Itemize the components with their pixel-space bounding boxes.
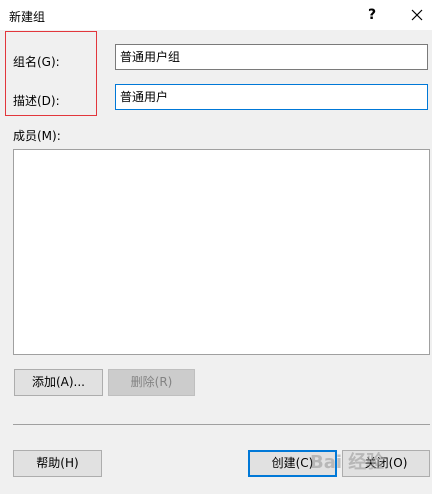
help-button[interactable]: 帮助(H) (13, 450, 102, 477)
add-member-button[interactable]: 添加(A)... (14, 369, 103, 396)
members-list[interactable] (13, 149, 430, 355)
remove-member-button[interactable]: 删除(R) (108, 369, 195, 396)
close-button[interactable]: 关闭(O) (342, 450, 430, 477)
group-name-field[interactable]: 普通用户组 (115, 44, 428, 70)
help-title-button[interactable]: ? (360, 3, 384, 27)
description-label: 描述(D): (13, 94, 60, 108)
close-window-button[interactable] (405, 3, 429, 27)
title-bar: 新建组 ? (0, 0, 432, 30)
members-label: 成员(M): (13, 129, 61, 143)
create-button[interactable]: 创建(C) (248, 450, 337, 477)
close-icon (411, 9, 423, 21)
group-name-label: 组名(G): (13, 55, 60, 69)
description-field[interactable]: 普通用户 (115, 84, 428, 110)
window-title: 新建组 (9, 10, 46, 24)
separator (13, 424, 430, 425)
